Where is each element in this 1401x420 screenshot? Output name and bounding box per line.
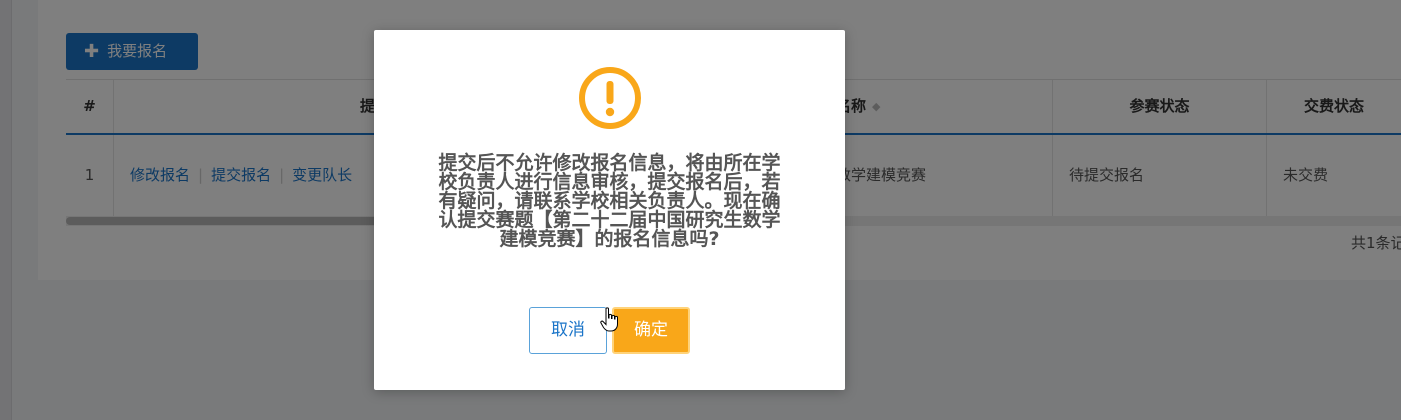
- dialog-message-line: 建模竞赛】的报名信息吗?: [499, 228, 720, 250]
- cancel-button[interactable]: 取消: [529, 307, 607, 354]
- hand-cursor-icon: [600, 307, 618, 332]
- dialog-message: 提交后不允许修改报名信息，将由所在学 校负责人进行信息审核，提交报名后，若 有疑…: [412, 154, 807, 249]
- warning-icon: [579, 67, 641, 129]
- confirm-button[interactable]: 确定: [612, 307, 690, 354]
- confirm-dialog: 提交后不允许修改报名信息，将由所在学 校负责人进行信息审核，提交报名后，若 有疑…: [374, 30, 845, 390]
